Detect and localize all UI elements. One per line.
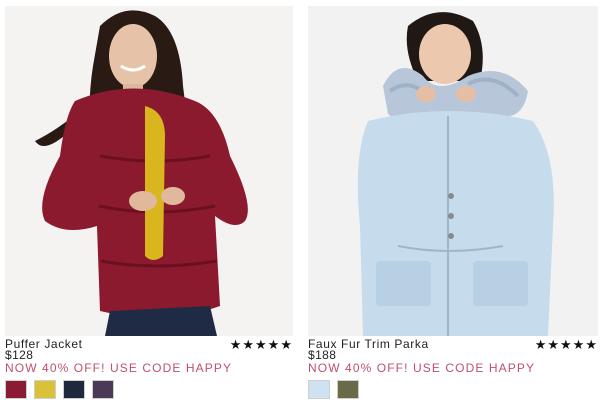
color-swatch[interactable]: [92, 380, 114, 399]
product-grid: ★★★★★ Puffer Jacket $128 NOW 40% OFF! US…: [0, 0, 600, 409]
rating-stars: ★★★★★: [229, 337, 293, 352]
color-swatch[interactable]: [308, 380, 330, 399]
color-swatch[interactable]: [5, 380, 27, 399]
product-card[interactable]: ★★★★★ Faux Fur Trim Parka $188 NOW 40% O…: [308, 6, 598, 399]
product-image[interactable]: [308, 6, 598, 336]
color-swatch[interactable]: [34, 380, 56, 399]
promo-text: NOW 40% OFF! USE CODE HAPPY: [308, 361, 536, 375]
product-info: ★★★★★ Puffer Jacket $128 NOW 40% OFF! US…: [5, 337, 293, 399]
rating-stars: ★★★★★: [534, 337, 598, 352]
model-photo: [357, 12, 554, 336]
color-swatch[interactable]: [337, 380, 359, 399]
color-swatches: [5, 380, 293, 399]
product-card[interactable]: ★★★★★ Puffer Jacket $128 NOW 40% OFF! US…: [5, 6, 293, 399]
product-image[interactable]: [5, 6, 293, 336]
color-swatch[interactable]: [63, 380, 85, 399]
color-swatches: [308, 380, 598, 399]
model-photo: [35, 10, 248, 336]
promo-text: NOW 40% OFF! USE CODE HAPPY: [5, 361, 233, 375]
product-info: ★★★★★ Faux Fur Trim Parka $188 NOW 40% O…: [308, 337, 598, 399]
